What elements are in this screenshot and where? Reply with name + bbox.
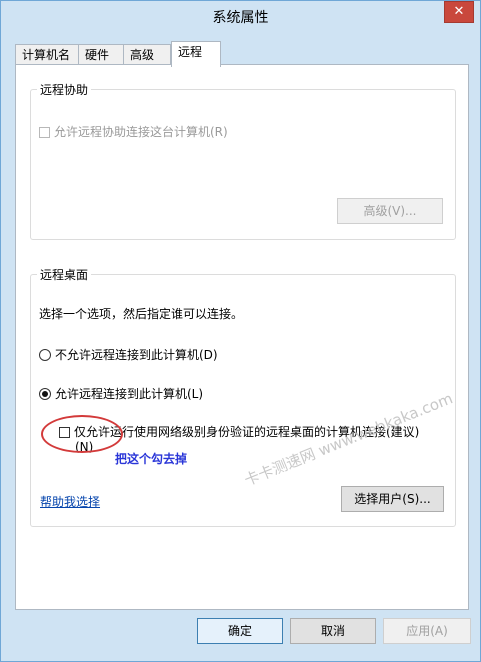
select-users-button[interactable]: 选择用户(S)... — [341, 486, 444, 512]
annotation-text: 把这个勾去掉 — [115, 452, 188, 466]
radio-deny-label: 不允许远程连接到此计算机(D) — [55, 348, 218, 362]
cancel-button[interactable]: 取消 — [290, 618, 376, 644]
remote-assistance-title: 远程协助 — [37, 81, 92, 98]
apply-button[interactable]: 应用(A) — [383, 618, 471, 644]
title-bar[interactable]: 系统属性 ✕ — [1, 1, 480, 32]
advanced-button[interactable]: 高级(V)... — [337, 198, 443, 224]
help-me-choose-link[interactable]: 帮助我选择 — [40, 493, 100, 510]
remote-desktop-group: 远程桌面 选择一个选项，然后指定谁可以连接。 不允许远程连接到此计算机(D) 允… — [30, 266, 456, 527]
system-properties-window: 系统属性 ✕ 计算机名 硬件 高级 远程 远程协助 允许远程协助连接这台计算机(… — [0, 0, 481, 662]
window-title: 系统属性 — [212, 10, 269, 26]
remote-assistance-checkbox-label: 允许远程协助连接这台计算机(R) — [54, 125, 228, 139]
checkbox-box[interactable] — [39, 127, 50, 138]
close-icon: ✕ — [453, 4, 465, 19]
tab-remote[interactable]: 远程 — [171, 41, 221, 67]
highlight-circle — [41, 415, 123, 453]
remote-tab-panel: 远程协助 允许远程协助连接这台计算机(R) 高级(V)... 远程桌面 选择一个… — [15, 64, 469, 610]
remote-assistance-checkbox[interactable]: 允许远程协助连接这台计算机(R) — [39, 123, 228, 140]
radio-allow-remote[interactable]: 允许远程连接到此计算机(L) — [39, 385, 203, 402]
radio-allow-label: 允许远程连接到此计算机(L) — [55, 387, 204, 401]
remote-desktop-title: 远程桌面 — [37, 266, 92, 283]
radio-deny-remote[interactable]: 不允许远程连接到此计算机(D) — [39, 346, 218, 363]
remote-assistance-group: 远程协助 允许远程协助连接这台计算机(R) 高级(V)... — [30, 81, 456, 240]
tab-advanced[interactable]: 高级 — [123, 44, 171, 65]
tab-computer-name[interactable]: 计算机名 — [15, 44, 79, 65]
radio-button-selected[interactable] — [39, 388, 51, 400]
close-button[interactable]: ✕ — [444, 1, 474, 23]
remote-desktop-instruction: 选择一个选项，然后指定谁可以连接。 — [39, 307, 244, 321]
tab-hardware[interactable]: 硬件 — [78, 44, 124, 65]
ok-button[interactable]: 确定 — [197, 618, 283, 644]
radio-button[interactable] — [39, 349, 51, 361]
